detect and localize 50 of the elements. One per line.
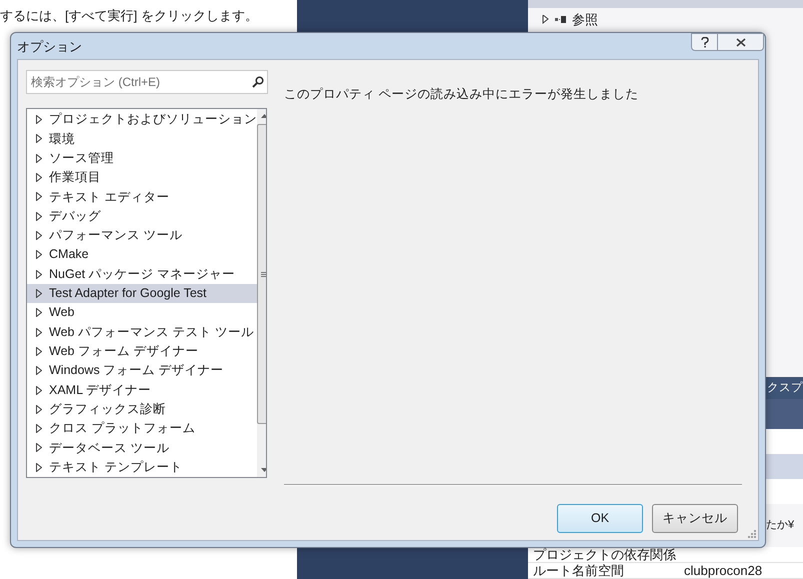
close-button[interactable] [718,33,764,51]
resize-grip-icon [748,530,756,538]
tree-item-label: 作業項目 [49,169,101,186]
tree-item-label: ソース管理 [49,150,114,167]
tree-item-label: テキスト エディター [49,188,170,206]
tree-item-label: Web [49,304,74,322]
instruction-text: するには、[すべて実行] をクリックします。 [0,8,258,23]
tree-item-label[interactable]: 参照 [572,10,598,30]
tree-item-label: クロス プラットフォーム [49,420,196,438]
expand-icon[interactable] [542,15,549,24]
grip-icon [261,272,266,276]
property-value: clubprocon28 [683,563,764,578]
expand-icon[interactable] [36,308,42,318]
tree-item-label: パフォーマンス ツール [49,227,182,244]
search-field[interactable]: 検索オプション (Ctrl+E) [26,70,268,94]
scroll-up-icon[interactable] [261,114,266,118]
tree-item-label: Web パフォーマンス テスト ツール [49,324,254,341]
tree-item-label: プロジェクトおよびソリューション [49,111,257,128]
expand-icon[interactable] [36,154,42,163]
tree-item-label: グラフィックス診断 [49,400,166,418]
cancel-button[interactable]: キャンセル [652,504,738,533]
tree-item-label: Windows フォーム デザイナー [49,362,224,380]
expand-icon[interactable] [36,212,42,221]
path-text: たか¥ [766,518,796,534]
category-band [766,399,803,430]
tree-item-label: テキスト テンプレート [49,458,182,476]
tree-item-label: デバッグ [49,208,101,225]
window-title: オプション [17,38,82,56]
tree-item-label: データベース ツール [49,440,170,457]
help-icon [700,36,708,48]
expand-icon[interactable] [36,366,42,376]
expand-icon[interactable] [36,462,42,472]
ok-button[interactable]: OK [557,504,643,533]
property-row [766,429,803,454]
tree-item-label: 環境 [49,130,75,148]
tree-item[interactable]: Test Adapter for Google Test [27,284,257,304]
tree-item-label: CMake [49,246,89,264]
property-name: ルート名前空間 [532,563,625,578]
tree-item-label: XAML デザイナー [49,382,152,399]
property-name: プロジェクトの依存関係 [532,547,677,562]
tree-item-label: Test Adapter for Google Test [49,285,207,302]
error-message: このプロパティ ページの読み込み中にエラーが発生しました [284,87,638,101]
tree-item-label: Web フォーム デザイナー [49,343,198,360]
header-text: クスプ [767,382,803,394]
help-button[interactable] [691,33,718,51]
scroll-down-icon[interactable] [261,468,266,472]
search-icon [252,76,264,88]
tree-item-label: NuGet パッケージ マネージャー [49,266,236,283]
close-icon [736,38,746,46]
reference-icon [555,16,566,24]
